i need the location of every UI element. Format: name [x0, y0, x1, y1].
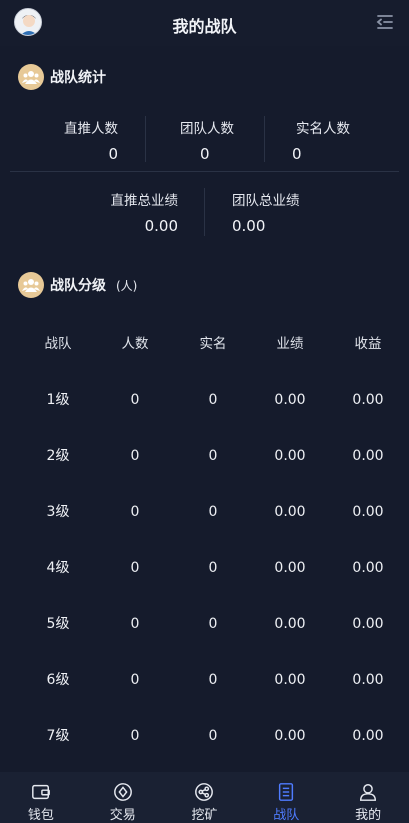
table-row: 1级 0 0 0.00 0.00 [0, 372, 409, 428]
verified-cell: 0 [208, 672, 218, 688]
nav-team[interactable]: 战队 [245, 772, 327, 823]
performance-cell: 0.00 [274, 392, 306, 408]
team-levels-unit: (人) [116, 278, 138, 293]
wallet-icon [31, 784, 50, 800]
column-header: 实名 [199, 336, 227, 352]
performance-cell: 0.00 [274, 672, 306, 688]
earnings-cell: 0.00 [352, 728, 384, 744]
direct-count-value: 0 [108, 145, 118, 163]
divider [264, 116, 265, 162]
nav-wallet[interactable]: 钱包 [0, 772, 82, 823]
level-cell: 5级 [46, 616, 70, 632]
team-performance-value: 0.00 [232, 217, 266, 235]
level-cell: 7级 [46, 728, 70, 744]
member-count-cell: 0 [130, 728, 140, 744]
page-title: 我的战队 [172, 17, 237, 36]
team-levels-title: 战队分级 [50, 278, 106, 294]
direct-count-stat: 直推人数 0 [56, 117, 118, 163]
member-count-cell: 0 [130, 616, 140, 632]
column-header: 收益 [354, 336, 382, 352]
performance-cell: 0.00 [274, 504, 306, 520]
team-levels-header: 战队分级 (人) [18, 271, 137, 299]
team-count-label: 团队人数 [180, 121, 234, 137]
table-row: 2级 0 0 0.00 0.00 [0, 428, 409, 484]
verified-cell: 0 [208, 616, 218, 632]
team-count-value: 0 [200, 145, 210, 163]
member-count-cell: 0 [130, 504, 140, 520]
team-count-stat: 团队人数 0 [170, 117, 234, 163]
team-performance-label: 团队总业绩 [232, 193, 300, 209]
level-cell: 4级 [46, 560, 70, 576]
verified-cell: 0 [208, 504, 218, 520]
verified-count-stat: 实名人数 0 [290, 117, 350, 163]
nav-label: 挖矿 [191, 808, 218, 823]
team-performance-stat: 团队总业绩 0.00 [232, 189, 304, 235]
column-header: 战队 [44, 336, 72, 352]
divider [204, 188, 205, 236]
earnings-cell: 0.00 [352, 448, 384, 464]
trade-icon [113, 783, 132, 801]
bottom-nav: 钱包 交易 挖矿 战队 我的 [0, 772, 409, 823]
column-header: 业绩 [276, 336, 304, 352]
table-row: 5级 0 0 0.00 0.00 [0, 596, 409, 652]
team-group-icon [18, 272, 44, 298]
earnings-cell: 0.00 [352, 616, 384, 632]
table-row: 6级 0 0 0.00 0.00 [0, 652, 409, 708]
table-row: 3级 0 0 0.00 0.00 [0, 484, 409, 540]
nav-mining[interactable]: 挖矿 [164, 772, 246, 823]
profile-icon [360, 784, 377, 801]
verified-cell: 0 [208, 392, 218, 408]
nav-label: 我的 [355, 808, 382, 823]
verified-count-label: 实名人数 [296, 121, 350, 137]
stats-divider [10, 171, 399, 172]
performance-cell: 0.00 [274, 728, 306, 744]
table-header-row: 战队 人数 实名 业绩 收益 [0, 316, 409, 372]
earnings-cell: 0.00 [352, 392, 384, 408]
direct-performance-value: 0.00 [144, 217, 178, 235]
team-group-icon [18, 64, 44, 90]
level-cell: 6级 [46, 672, 70, 688]
nav-label: 战队 [273, 808, 300, 823]
level-cell: 1级 [46, 392, 70, 408]
direct-performance-label: 直推总业绩 [110, 193, 179, 209]
divider [145, 116, 146, 162]
app-header: 我的战队 [0, 0, 409, 46]
team-stats-title: 战队统计 [50, 70, 106, 86]
main-content: 战队统计 直推人数 0 团队人数 0 实名人数 0 直推总业绩 0.00 团队总… [0, 46, 409, 772]
direct-performance-stat: 直推总业绩 0.00 [100, 189, 179, 235]
table-row: 7级 0 0 0.00 0.00 [0, 708, 409, 764]
member-count-cell: 0 [130, 392, 140, 408]
member-count-cell: 0 [130, 560, 140, 576]
column-header: 人数 [121, 336, 149, 352]
level-cell: 3级 [46, 504, 70, 520]
nav-trade[interactable]: 交易 [82, 772, 164, 823]
level-cell: 2级 [46, 448, 70, 464]
table-row: 4级 0 0 0.00 0.00 [0, 540, 409, 596]
member-count-cell: 0 [130, 672, 140, 688]
verified-cell: 0 [208, 728, 218, 744]
direct-count-label: 直推人数 [64, 121, 118, 137]
verified-cell: 0 [208, 448, 218, 464]
menu-collapse-icon[interactable] [375, 12, 395, 32]
team-icon [279, 783, 294, 801]
verified-count-value: 0 [292, 145, 302, 163]
nav-profile[interactable]: 我的 [327, 772, 409, 823]
performance-cell: 0.00 [274, 560, 306, 576]
earnings-cell: 0.00 [352, 560, 384, 576]
nav-label: 钱包 [27, 808, 54, 823]
nav-label: 交易 [109, 808, 136, 823]
performance-cell: 0.00 [274, 448, 306, 464]
earnings-cell: 0.00 [352, 504, 384, 520]
earnings-cell: 0.00 [352, 672, 384, 688]
verified-cell: 0 [208, 560, 218, 576]
mining-icon [195, 783, 214, 801]
performance-cell: 0.00 [274, 616, 306, 632]
team-stats-header: 战队统计 [18, 63, 106, 91]
member-count-cell: 0 [130, 448, 140, 464]
